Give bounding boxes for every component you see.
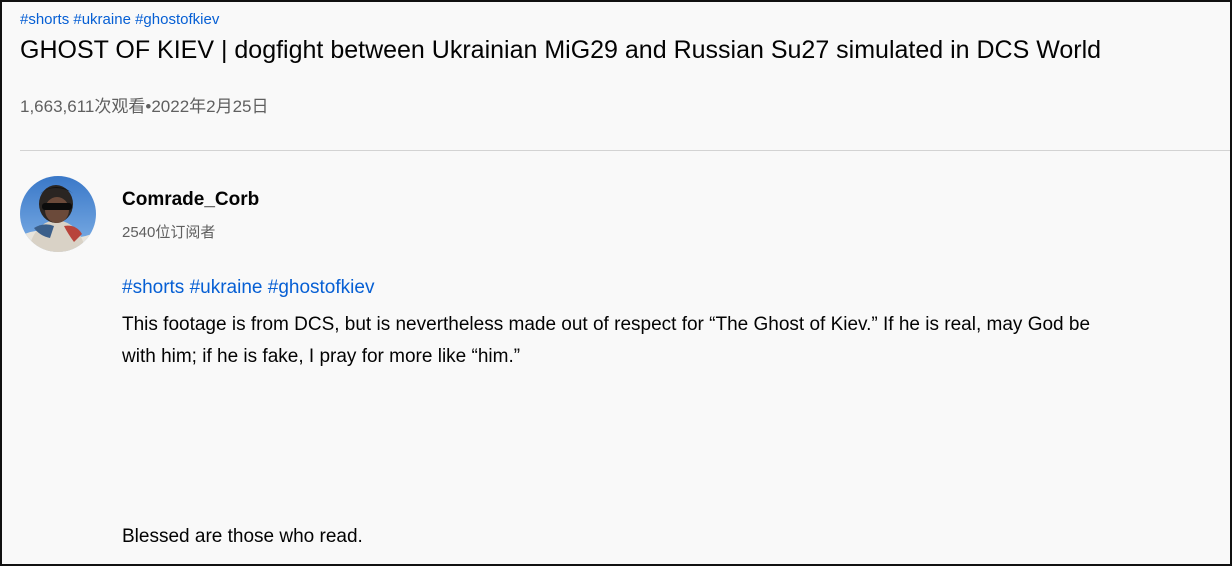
channel-name[interactable]: Comrade_Corb	[122, 189, 259, 211]
avatar-image	[20, 176, 96, 252]
view-count: 1,663,611次观看	[20, 97, 146, 116]
hashtag-link[interactable]: #ghostofkiev	[268, 277, 375, 298]
section-divider	[20, 150, 1230, 151]
hashtag-link[interactable]: #shorts	[122, 277, 184, 298]
upload-date: 2022年2月25日	[151, 97, 269, 116]
video-title: GHOST OF KIEV | dogfight between Ukraini…	[20, 36, 1102, 64]
description-closing: Blessed are those who read.	[122, 526, 363, 547]
hashtag-link[interactable]: #ghostofkiev	[135, 11, 219, 28]
title-hashtags: #shorts #ukraine #ghostofkiev	[20, 11, 219, 28]
hashtag-link[interactable]: #ukraine	[73, 11, 131, 28]
video-info-panel: #shorts #ukraine #ghostofkiev GHOST OF K…	[0, 0, 1232, 566]
hashtag-link[interactable]: #shorts	[20, 11, 69, 28]
video-meta: 1,663,611次观看•2022年2月25日	[20, 92, 269, 117]
subscriber-count: 2540位订阅者	[122, 224, 216, 241]
user-avatar-icon[interactable]	[20, 176, 96, 252]
hashtag-link[interactable]: #ukraine	[190, 277, 263, 298]
description-text: This footage is from DCS, but is neverth…	[122, 314, 1091, 367]
description-hashtags: #shorts #ukraine #ghostofkiev	[122, 277, 374, 299]
